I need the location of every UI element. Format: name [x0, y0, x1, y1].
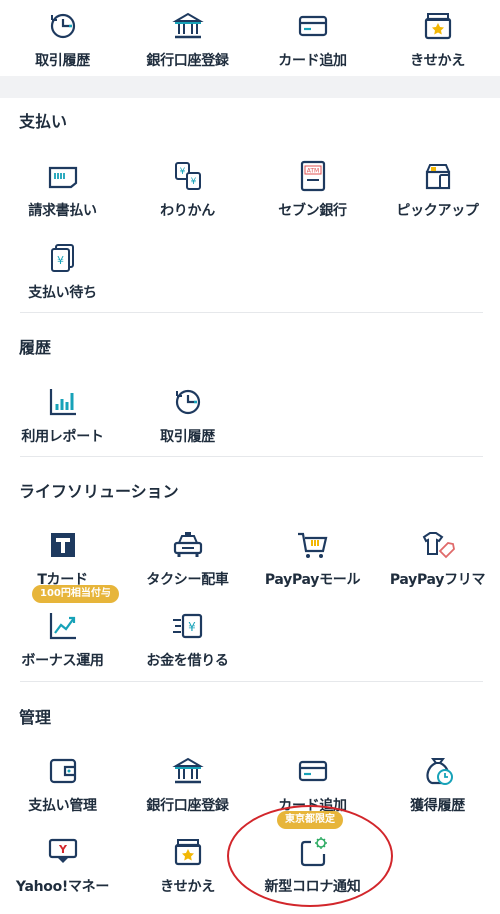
menu-pickup[interactable]: ピックアップ — [375, 158, 500, 238]
theme-icon — [420, 8, 456, 44]
split-bill-icon — [170, 158, 206, 194]
menu-taxi[interactable]: タクシー配車 — [125, 527, 250, 607]
rewards-history-icon — [420, 753, 456, 789]
shortcut-label: 取引履歴 — [35, 53, 90, 69]
atm-icon — [295, 158, 331, 194]
flea-market-icon — [420, 527, 456, 563]
menu-label: きせかえ — [160, 879, 215, 895]
menu-label: 取引履歴 — [160, 429, 215, 445]
wallet-icon — [45, 753, 81, 789]
menu-theme[interactable]: きせかえ — [125, 834, 250, 914]
menu-split-bill[interactable]: わりかん — [125, 158, 250, 238]
payment-row-1: 請求書払い わりかん セブン銀行 ピックアップ — [0, 158, 500, 238]
pending-payment-icon — [45, 240, 81, 276]
menu-rewards-history[interactable]: 獲得履歴 — [375, 753, 500, 833]
yahoo-money-icon — [45, 834, 81, 870]
pickup-icon — [420, 158, 456, 194]
tcard-icon — [45, 527, 81, 563]
bank-icon — [170, 753, 206, 789]
menu-seven-bank[interactable]: セブン銀行 — [250, 158, 375, 238]
menu-label: PayPayフリマ — [389, 572, 486, 588]
menu-label: 獲得履歴 — [410, 798, 465, 814]
menu-label: お金を借りる — [146, 653, 229, 669]
menu-covid-notification[interactable]: 新型コロナ通知 — [250, 834, 375, 914]
history-clock-icon — [170, 384, 206, 420]
life-row-2: ボーナス運用 お金を借りる — [0, 608, 500, 688]
divider — [20, 681, 483, 682]
manage-row-1: 支払い管理 銀行口座登録 カード追加 獲得履歴 — [0, 753, 500, 833]
taxi-icon — [170, 527, 206, 563]
menu-label: ボーナス運用 — [21, 653, 104, 669]
section-title-payment: 支払い — [19, 112, 68, 131]
invoice-icon — [45, 158, 81, 194]
borrow-money-icon — [170, 608, 206, 644]
history-row: 利用レポート 取引履歴 — [0, 384, 500, 464]
manage-row-2: Yahoo!マネー きせかえ 新型コロナ通知 — [0, 834, 500, 914]
shortcut-label: カード追加 — [278, 53, 347, 69]
section-title-life-solutions: ライフソリューション — [19, 482, 179, 501]
payment-row-2: 支払い待ち — [0, 240, 500, 320]
menu-label: PayPayモール — [264, 572, 361, 588]
menu-paypay-flea-market[interactable]: PayPayフリマ — [375, 527, 500, 607]
menu-bonus-investment[interactable]: ボーナス運用 — [0, 608, 125, 688]
cart-icon — [295, 527, 331, 563]
menu-bank-registration[interactable]: 銀行口座登録 — [125, 753, 250, 833]
menu-label: セブン銀行 — [278, 203, 347, 219]
divider — [20, 456, 483, 457]
menu-label: 利用レポート — [21, 429, 104, 445]
menu-pending-payment[interactable]: 支払い待ち — [0, 240, 125, 320]
theme-icon — [170, 834, 206, 870]
card-icon — [295, 8, 331, 44]
shortcut-label: きせかえ — [410, 53, 465, 69]
shortcut-label: 銀行口座登録 — [146, 53, 229, 69]
divider — [20, 312, 483, 313]
menu-borrow-money[interactable]: お金を借りる — [125, 608, 250, 688]
usage-report-icon — [45, 384, 81, 420]
menu-invoice-payment[interactable]: 請求書払い — [0, 158, 125, 238]
menu-payment-management[interactable]: 支払い管理 — [0, 753, 125, 833]
bank-icon — [170, 8, 206, 44]
menu-label: タクシー配車 — [146, 572, 229, 588]
menu-transaction-history[interactable]: 取引履歴 — [125, 384, 250, 464]
promo-badge: 100円相当付与 — [32, 585, 119, 603]
menu-yahoo-money[interactable]: Yahoo!マネー — [0, 834, 125, 914]
menu-label: Yahoo!マネー — [15, 879, 110, 895]
section-separator-band — [0, 76, 500, 98]
covid-notify-icon — [295, 834, 331, 870]
card-icon — [295, 753, 331, 789]
section-title-management: 管理 — [19, 708, 52, 727]
menu-label: わりかん — [160, 203, 215, 219]
menu-usage-report[interactable]: 利用レポート — [0, 384, 125, 464]
region-limited-badge: 東京都限定 — [277, 811, 343, 829]
section-title-history: 履歴 — [19, 338, 52, 357]
menu-label: ピックアップ — [396, 203, 479, 219]
menu-label: 支払い管理 — [28, 798, 97, 814]
history-clock-icon — [45, 8, 81, 44]
menu-label: 新型コロナ通知 — [264, 879, 361, 895]
investment-icon — [45, 608, 81, 644]
menu-label: 支払い待ち — [28, 285, 97, 301]
menu-paypay-mall[interactable]: PayPayモール — [250, 527, 375, 607]
menu-label: 銀行口座登録 — [146, 798, 229, 814]
menu-label: 請求書払い — [28, 203, 97, 219]
